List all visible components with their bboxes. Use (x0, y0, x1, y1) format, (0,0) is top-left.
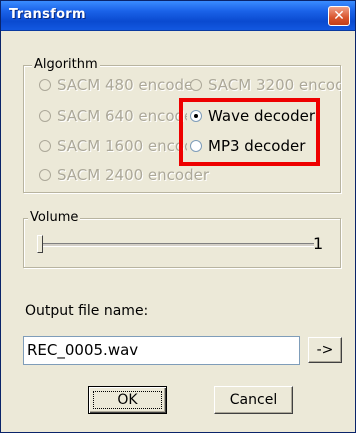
close-icon: ✕ (333, 8, 345, 24)
focus-rect (93, 391, 162, 409)
radio-dot (39, 169, 51, 181)
radio-dot (39, 79, 51, 91)
radio-dot (190, 79, 202, 91)
radio-dot (39, 110, 51, 122)
volume-value: 1 (313, 234, 324, 253)
output-file-label: Output file name: (25, 303, 149, 319)
browse-button[interactable]: -> (308, 337, 342, 363)
window-title: Transform (9, 7, 86, 22)
cancel-button[interactable]: Cancel (214, 386, 293, 414)
browse-label: -> (316, 342, 334, 358)
radio-sacm-3200[interactable]: SACM 3200 encod (190, 74, 341, 96)
transform-dialog: Transform ✕ Algorithm SACM 480 encoder S… (0, 0, 356, 433)
radio-sacm-640[interactable]: SACM 640 encoder (39, 105, 187, 127)
volume-slider-thumb[interactable] (37, 235, 43, 253)
radio-label: SACM 3200 encod (208, 76, 341, 94)
volume-slider-track[interactable] (39, 243, 314, 247)
highlight-box (179, 98, 320, 166)
volume-legend: Volume (28, 209, 81, 227)
radio-label: SACM 1600 encoder (57, 137, 187, 155)
title-bar[interactable]: Transform ✕ (1, 1, 355, 31)
radio-label: SACM 640 encoder (57, 107, 187, 125)
radio-sacm-2400[interactable]: SACM 2400 encoder (39, 164, 209, 186)
radio-sacm-480[interactable]: SACM 480 encoder (39, 74, 199, 96)
radio-sacm-1600[interactable]: SACM 1600 encoder (39, 135, 187, 157)
radio-label: SACM 2400 encoder (57, 166, 209, 184)
cancel-label: Cancel (229, 392, 278, 408)
ok-button[interactable]: OK (88, 386, 167, 414)
close-button[interactable]: ✕ (328, 6, 350, 26)
algorithm-legend: Algorithm (32, 56, 100, 74)
radio-label: SACM 480 encoder (57, 76, 200, 94)
output-filename-input[interactable]: REC_0005.wav (23, 336, 300, 365)
radio-dot (39, 140, 51, 152)
